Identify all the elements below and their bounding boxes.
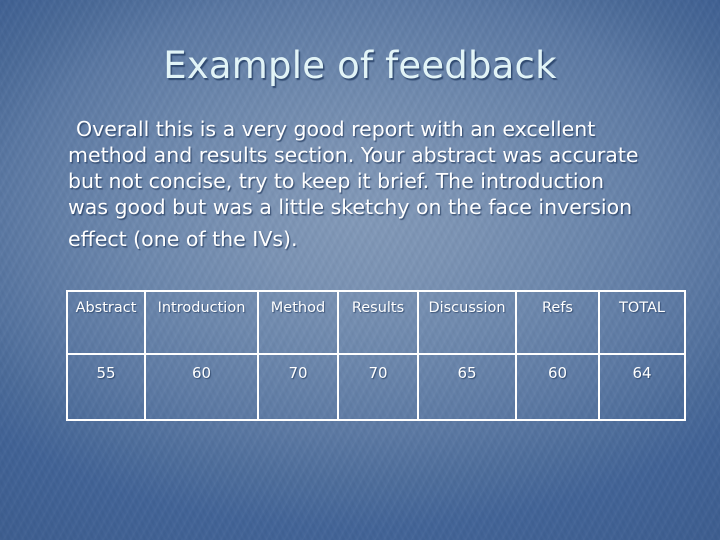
column-header-introduction: Introduction (144, 290, 259, 355)
score-introduction: 60 (144, 353, 259, 421)
column-header-discussion: Discussion (417, 290, 517, 355)
score-total: 64 (598, 353, 686, 421)
score-discussion: 65 (417, 353, 517, 421)
marks-table: Abstract Introduction Method Results Dis… (66, 290, 686, 421)
score-refs: 60 (515, 353, 600, 421)
column-header-abstract: Abstract (66, 290, 146, 355)
slide-canvas: Example of feedback Overall this is a ve… (0, 0, 720, 540)
feedback-line-4: was good but was a little sketchy on the… (68, 195, 633, 219)
feedback-paragraph: Overall this is a very good report with … (68, 116, 672, 252)
feedback-line-3: but not concise, try to keep it brief. T… (68, 169, 605, 193)
table-header-row: Abstract Introduction Method Results Dis… (66, 290, 686, 355)
score-results: 70 (337, 353, 419, 421)
score-method: 70 (257, 353, 339, 421)
feedback-line-1: Overall this is a very good report with … (76, 117, 596, 141)
column-header-refs: Refs (515, 290, 600, 355)
feedback-line-2: method and results section. Your abstrac… (68, 143, 639, 167)
page-title: Example of feedback (163, 44, 557, 87)
table-row: 55 60 70 70 65 60 64 (66, 353, 686, 421)
score-abstract: 55 (66, 353, 146, 421)
column-header-total: TOTAL (598, 290, 686, 355)
column-header-method: Method (257, 290, 339, 355)
column-header-results: Results (337, 290, 419, 355)
feedback-line-5: effect (one of the IVs). (68, 227, 298, 251)
